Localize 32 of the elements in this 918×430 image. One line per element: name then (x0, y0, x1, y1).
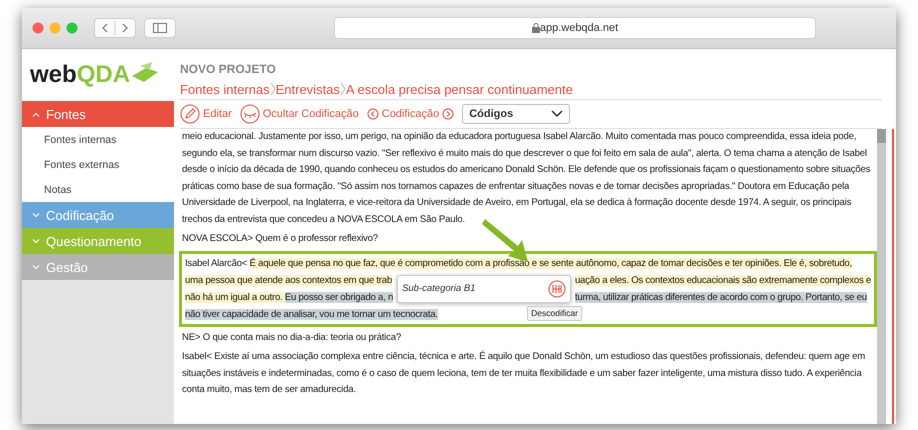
sidebar-item[interactable]: Fontes internas (22, 127, 174, 152)
coded-text: não há um igual a outro. (185, 292, 285, 302)
sidebar-item[interactable]: Fontes externas (22, 152, 174, 177)
sidebar-section[interactable]: Questionamento (22, 228, 174, 254)
paragraph: Isabel< Existe aí uma associação complexa entre ciência, técnica e arte. É aquilo que Donald Schön, um estudioso das questões profissionais, defendeu: quem age em situações instáveis e indeterminadas, como é o caso de quem leciona, tem de ter muita flexibilidade e um saber fazer inteligente, uma mistura disso tudo. A experiência conta muito, mas tem de ser amadurecida. (182, 350, 866, 397)
coded-text: turma, utilizar práticas diferentes de acordo com o grupo. Portanto, se eu (574, 292, 867, 302)
paragraph: meio educacional. Justamente por isso, um perigo, na opinião da educadora portuguesa Isabel Alarcão. Muito comentada mas pouco compreendida, essa ideia pode, (182, 130, 858, 144)
webqda-logo: webQDA (22, 49, 174, 101)
paragraph: NOVA ESCOLA> Quem é o professor reflexivo? (182, 232, 379, 246)
project-title: NOVO PROJETO (180, 62, 277, 76)
address-bar[interactable]: app.webqda.net (334, 17, 816, 39)
breadcrumb-link[interactable]: Entrevistas (276, 82, 340, 96)
sidebar-item[interactable]: Notas (22, 177, 174, 202)
paragraph: NE> O que conta mais no dia-a-dia: teoria ou prática? (182, 330, 402, 344)
code-label: Sub-categoria B1 (402, 282, 476, 296)
coding-navigation[interactable]: Codificação (366, 108, 454, 120)
breadcrumb-link[interactable]: A escola precisa pensar continuamente (346, 82, 573, 96)
edit-button[interactable]: Editar (180, 104, 232, 124)
tooltip: Descodificar (527, 306, 582, 320)
sidebar-section[interactable]: Codificação (22, 202, 174, 228)
coded-text: Eu posso ser obrigado a, n (284, 292, 394, 302)
coded-text: Isabel Alarcão< (185, 258, 248, 268)
coded-text: não tiver capacidade de analisar, vou me tornar um tecnocrata. (185, 308, 438, 320)
hide-coding-button[interactable]: Ocultar Codificação (240, 104, 359, 124)
coded-text: É aquele que pensa no que faz, que é comprometido com a profissão e se sente autônomo, capaz de tomar decisões e ter opiniões. Ele é, sobretudo, (250, 258, 852, 268)
codes-dropdown[interactable]: Códigos (462, 104, 570, 124)
sidebar-section[interactable]: Gestão (22, 254, 174, 280)
breadcrumb-link[interactable]: Fontes internas (180, 82, 270, 96)
sidebar-section[interactable]: Fontes (22, 101, 174, 127)
paragraph: segundo ela, se transformar num discurso vazio. "Ser reflexivo é muito mais do que descrever o que foi feito em sala de aula", alerta. O tema chama a atenção de Isabel desde o início da década de 1990, quando conheceu os estudos do americano Donald Schön. Ele defende que os profissionais façam o questionamento sobre situações práticas como base de sua formação. "Só assim nos tornamos capazes de enfrentar situações novas e de tomar decisões apropriadas." Doutora em Educação pela Universidade de Liverpool, na Inglaterra, e vice-reitora da Universidade de Aveiro, em Portugal, ela se dedica à formação docente desde 1974. A seguir, os principais trechos da entrevista que concedeu a NOVA ESCOLA em São Paulo. (182, 146, 872, 226)
coded-text: uma pessoa que atende aos contextos em que trab (185, 274, 392, 286)
coded-text: uação a eles. Os contextos educacionais são extremamente complexos e (574, 274, 871, 286)
